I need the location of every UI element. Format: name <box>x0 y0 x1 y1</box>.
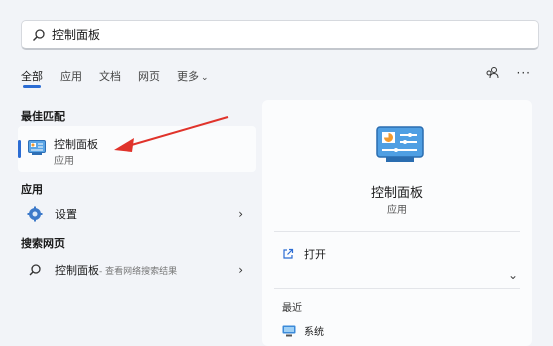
tab-apps[interactable]: 应用 <box>60 68 82 88</box>
recent-item-system-label: 系统 <box>304 327 324 338</box>
tab-more-label: 更多 <box>177 70 199 83</box>
divider <box>274 288 520 289</box>
tab-documents-label: 文档 <box>99 70 121 83</box>
app-result-settings[interactable]: 设置 › <box>21 202 251 226</box>
settings-gear-icon <box>27 206 43 222</box>
search-input[interactable]: 控制面板 <box>21 20 539 50</box>
more-options-icon[interactable]: ··· <box>517 66 531 80</box>
detail-app-type: 应用 <box>387 205 407 216</box>
tab-documents[interactable]: 文档 <box>99 68 121 88</box>
top-right-actions: ··· <box>485 66 531 80</box>
filter-tabs: 全部 应用 文档 网页 更多 ⌄ <box>21 68 226 88</box>
divider <box>274 231 520 232</box>
expand-chevron-icon[interactable]: ⌄ <box>508 268 518 282</box>
tab-web-label: 网页 <box>138 70 160 83</box>
recent-label: 最近 <box>282 303 302 314</box>
web-result-suffix: - 查看网络搜索结果 <box>99 266 178 277</box>
section-apps: 应用 <box>21 183 43 196</box>
web-result-label: 控制面板 <box>55 264 99 277</box>
tab-apps-label: 应用 <box>60 70 82 83</box>
best-match-type: 应用 <box>54 156 74 167</box>
tab-web[interactable]: 网页 <box>138 68 160 88</box>
open-action-label: 打开 <box>304 248 326 261</box>
tab-all-label: 全部 <box>21 70 43 83</box>
app-result-settings-label: 设置 <box>55 208 77 221</box>
chevron-right-icon: › <box>238 207 243 221</box>
account-switch-icon[interactable] <box>485 66 499 80</box>
search-icon <box>29 264 41 276</box>
system-monitor-icon <box>282 325 296 336</box>
tab-more[interactable]: 更多 ⌄ <box>177 68 209 88</box>
best-match-item[interactable]: 控制面板 应用 <box>18 126 256 172</box>
chevron-right-icon: › <box>238 263 243 277</box>
detail-app-name: 控制面板 <box>370 186 423 201</box>
chevron-down-icon: ⌄ <box>201 73 209 83</box>
section-best-match: 最佳匹配 <box>21 110 65 123</box>
recent-item-system[interactable]: 系统 <box>282 323 324 338</box>
search-icon <box>33 28 45 41</box>
open-action[interactable]: 打开 <box>282 246 326 262</box>
control-panel-large-icon <box>376 126 424 162</box>
control-panel-icon <box>28 140 46 155</box>
section-web-search: 搜索网页 <box>21 237 65 250</box>
detail-panel: 控制面板 应用 打开 ⌄ 最近 系统 <box>262 100 532 346</box>
selection-indicator <box>18 140 21 158</box>
tab-all[interactable]: 全部 <box>21 68 43 88</box>
open-external-icon <box>283 248 294 259</box>
best-match-name: 控制面板 <box>54 138 98 151</box>
web-result-control-panel[interactable]: 控制面板 - 查看网络搜索结果 › <box>21 258 251 282</box>
search-query: 控制面板 <box>52 28 101 42</box>
